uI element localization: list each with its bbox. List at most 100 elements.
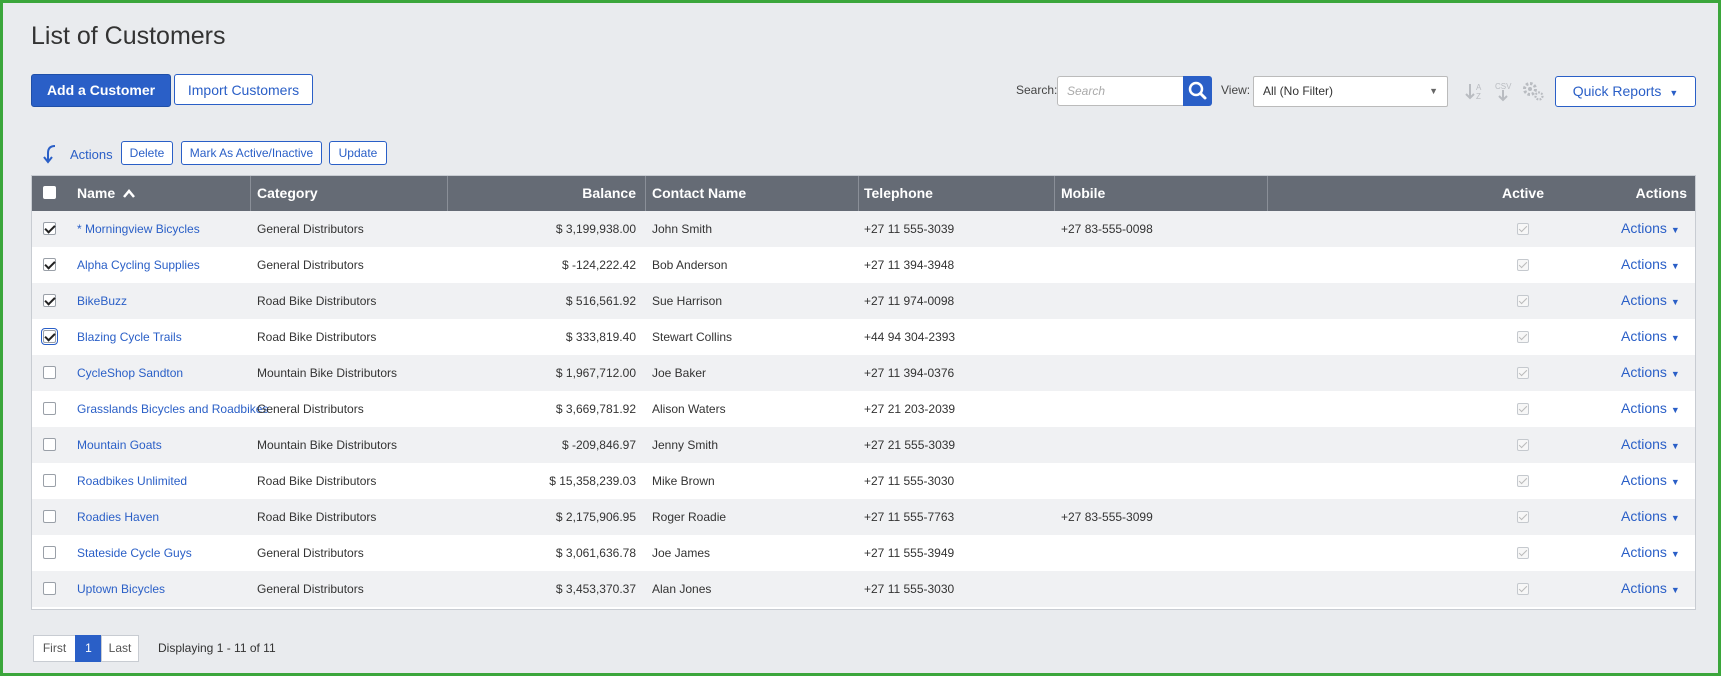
view-label: View: bbox=[1221, 83, 1251, 97]
row-actions-menu[interactable]: Actions ▼ bbox=[1621, 247, 1680, 283]
column-header-balance[interactable]: Balance bbox=[447, 176, 636, 211]
chevron-down-icon: ▼ bbox=[1670, 333, 1680, 343]
customer-name-link[interactable]: Mountain Goats bbox=[77, 427, 162, 463]
customer-telephone: +27 11 555-3039 bbox=[864, 222, 955, 236]
column-header-category[interactable]: Category bbox=[257, 176, 318, 211]
customer-contact: Mike Brown bbox=[652, 474, 715, 488]
row-actions-label: Actions bbox=[1621, 544, 1667, 560]
table-row: Stateside Cycle Guys General Distributors… bbox=[32, 535, 1695, 571]
customer-telephone: +27 21 555-3039 bbox=[864, 438, 956, 452]
table-row: Blazing Cycle Trails Road Bike Distributo… bbox=[32, 319, 1695, 355]
customer-name-link[interactable]: Blazing Cycle Trails bbox=[77, 319, 182, 355]
row-select-checkbox[interactable] bbox=[43, 258, 56, 271]
customer-name-link[interactable]: * Morningview Bicycles bbox=[77, 211, 200, 247]
chevron-down-icon: ▼ bbox=[1670, 477, 1680, 487]
row-actions-menu[interactable]: Actions ▼ bbox=[1621, 499, 1680, 535]
customer-category: Road Bike Distributors bbox=[257, 474, 377, 488]
customer-category: General Distributors bbox=[257, 222, 364, 236]
customer-telephone: +27 21 203-2039 bbox=[864, 402, 956, 416]
customer-balance: $ 2,175,906.95 bbox=[555, 510, 636, 524]
delete-button[interactable]: Delete bbox=[121, 141, 173, 165]
search-button[interactable] bbox=[1183, 76, 1212, 106]
customer-category: Road Bike Distributors bbox=[257, 294, 377, 308]
gear-icon[interactable] bbox=[1521, 80, 1544, 102]
customer-balance: $ 15,358,239.03 bbox=[549, 474, 636, 488]
view-filter-select[interactable]: All (No Filter) ▼ bbox=[1253, 76, 1448, 107]
row-select-checkbox[interactable] bbox=[43, 546, 56, 559]
sort-asc-icon bbox=[123, 189, 135, 198]
column-divider bbox=[1267, 176, 1268, 211]
customer-name-link[interactable]: Uptown Bicycles bbox=[77, 571, 165, 607]
row-actions-menu[interactable]: Actions ▼ bbox=[1621, 535, 1680, 571]
row-actions-menu[interactable]: Actions ▼ bbox=[1621, 355, 1680, 391]
active-checkbox bbox=[1517, 583, 1529, 595]
add-customer-button[interactable]: Add a Customer bbox=[31, 74, 171, 107]
row-select-checkbox[interactable] bbox=[43, 402, 56, 415]
page-title: List of Customers bbox=[31, 22, 226, 50]
customer-name-link[interactable]: Alpha Cycling Supplies bbox=[77, 247, 200, 283]
customer-contact: Stewart Collins bbox=[652, 330, 733, 344]
row-actions-menu[interactable]: Actions ▼ bbox=[1621, 391, 1680, 427]
customer-telephone: +27 11 555-3030 bbox=[864, 582, 955, 596]
customer-balance: $ 3,453,370.37 bbox=[555, 582, 636, 596]
quick-reports-button[interactable]: Quick Reports ▼ bbox=[1555, 76, 1696, 107]
mark-active-inactive-button[interactable]: Mark As Active/Inactive bbox=[181, 141, 322, 165]
customer-name-link[interactable]: Roadies Haven bbox=[77, 499, 159, 535]
quick-reports-label: Quick Reports bbox=[1572, 83, 1662, 99]
column-header-active[interactable]: Active bbox=[1468, 176, 1578, 211]
row-actions-label: Actions bbox=[1621, 580, 1667, 596]
customer-balance: $ 516,561.92 bbox=[565, 294, 636, 308]
chevron-down-icon: ▼ bbox=[1670, 405, 1680, 415]
import-customers-button[interactable]: Import Customers bbox=[174, 74, 313, 105]
last-page-button[interactable]: Last bbox=[101, 635, 139, 662]
chevron-down-icon: ▼ bbox=[1670, 261, 1680, 271]
row-actions-menu[interactable]: Actions ▼ bbox=[1621, 427, 1680, 463]
column-header-contact[interactable]: Contact Name bbox=[652, 176, 746, 211]
row-actions-label: Actions bbox=[1621, 292, 1667, 308]
update-button[interactable]: Update bbox=[329, 141, 387, 165]
row-select-checkbox[interactable] bbox=[41, 328, 58, 345]
svg-text:A: A bbox=[1476, 83, 1482, 92]
row-select-checkbox[interactable] bbox=[43, 510, 56, 523]
first-page-button[interactable]: First bbox=[33, 635, 76, 662]
pagination-info: Displaying 1 - 11 of 11 bbox=[158, 641, 276, 655]
column-divider bbox=[645, 176, 646, 211]
customer-name-link[interactable]: Grasslands Bicycles and Roadbikes bbox=[77, 391, 268, 427]
chevron-down-icon: ▼ bbox=[1670, 369, 1680, 379]
csv-export-icon[interactable]: CSV bbox=[1492, 80, 1514, 102]
column-header-mobile[interactable]: Mobile bbox=[1061, 176, 1105, 211]
customer-category: General Distributors bbox=[257, 546, 364, 560]
table-header: Name Category Balance Contact Name Telep… bbox=[32, 176, 1695, 211]
row-select-checkbox[interactable] bbox=[43, 366, 56, 379]
active-checkbox bbox=[1517, 511, 1529, 523]
select-all-checkbox[interactable] bbox=[43, 186, 56, 199]
customer-name-link[interactable]: Stateside Cycle Guys bbox=[77, 535, 192, 571]
column-header-telephone[interactable]: Telephone bbox=[864, 176, 933, 211]
column-header-name[interactable]: Name bbox=[77, 176, 135, 211]
row-select-checkbox[interactable] bbox=[43, 294, 56, 307]
row-select-checkbox[interactable] bbox=[43, 438, 56, 451]
customer-balance: $ 333,819.40 bbox=[565, 330, 636, 344]
row-select-checkbox[interactable] bbox=[43, 222, 56, 235]
page-1-button[interactable]: 1 bbox=[75, 635, 102, 662]
row-actions-label: Actions bbox=[1621, 220, 1667, 236]
chevron-down-icon: ▼ bbox=[1670, 225, 1680, 235]
row-actions-menu[interactable]: Actions ▼ bbox=[1621, 283, 1680, 319]
search-input[interactable] bbox=[1057, 76, 1184, 106]
customer-category: Mountain Bike Distributors bbox=[257, 366, 398, 380]
customer-balance: $ -124,222.42 bbox=[561, 258, 636, 272]
row-actions-menu[interactable]: Actions ▼ bbox=[1621, 211, 1680, 247]
customer-balance: $ 1,967,712.00 bbox=[555, 366, 636, 380]
customer-name-link[interactable]: CycleShop Sandton bbox=[77, 355, 183, 391]
sort-icon[interactable]: A Z bbox=[1464, 80, 1486, 102]
row-select-checkbox[interactable] bbox=[43, 582, 56, 595]
active-checkbox bbox=[1517, 331, 1529, 343]
customer-contact: Sue Harrison bbox=[652, 294, 723, 308]
row-select-checkbox[interactable] bbox=[43, 474, 56, 487]
row-actions-menu[interactable]: Actions ▼ bbox=[1621, 463, 1680, 499]
customer-name-link[interactable]: BikeBuzz bbox=[77, 283, 127, 319]
customer-name-link[interactable]: Roadbikes Unlimited bbox=[77, 463, 187, 499]
row-actions-menu[interactable]: Actions ▼ bbox=[1621, 571, 1680, 607]
chevron-down-icon: ▼ bbox=[1670, 297, 1680, 307]
row-actions-menu[interactable]: Actions ▼ bbox=[1621, 319, 1680, 355]
